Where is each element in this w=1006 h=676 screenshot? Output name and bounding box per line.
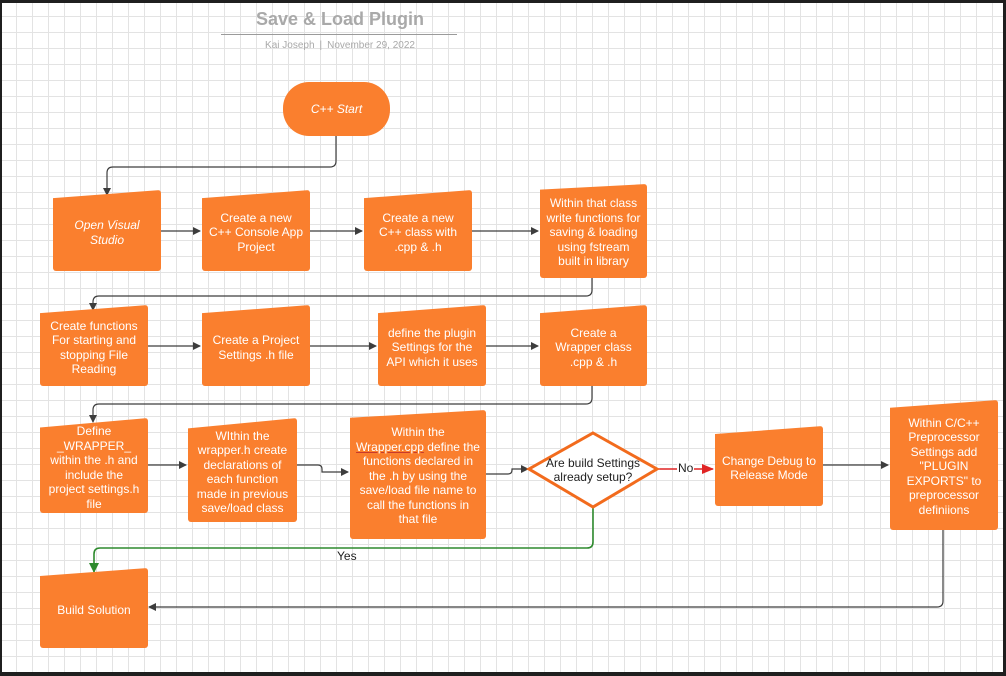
connector-row1-to-row2 [89,278,593,311]
step-wrapper-cpp[interactable]: Within the Wrapper.cpp define the functi… [350,410,486,539]
step-label-prefix: Within the [391,425,445,440]
connector-wrapper-cpp-to-decision [486,465,529,475]
wrapper-cpp-filename: Wrapper.cpp [356,439,424,454]
step-define-wrapper[interactable]: Define _WRAPPER_ within the .h and inclu… [40,418,148,513]
step-release-mode[interactable]: Change Debug to Release Mode [715,426,823,506]
step-label: Create a new C++ class with .cpp & .h [378,210,458,254]
start-terminal[interactable]: C++ Start [283,82,390,136]
diagram-canvas: Save & Load Plugin Kai Joseph | November 2… [0,0,1006,676]
connector-declarations-to-wrapper-cpp [297,464,349,476]
step-label: Create a Project Settings .h file [212,333,300,362]
step-label: Build Solution [57,602,131,617]
step-project-settings[interactable]: Create a Project Settings .h file [202,305,310,386]
step-label: define the plugin Settings for the API w… [386,325,478,369]
step-build-solution[interactable]: Build Solution [40,568,148,648]
step-label: Define _WRAPPER_ within the .h and inclu… [48,424,140,511]
step-fstream-functions[interactable]: Within that class write functions for sa… [540,184,647,278]
step-label: Create functions For starting and stoppi… [50,318,138,377]
start-label: C++ Start [310,101,363,116]
page-title: Save & Load Plugin [255,9,425,29]
step-label: Within the Wrapper.cpp define the functi… [356,425,480,527]
step-label: Within that class write functions for sa… [546,196,641,269]
subtitle-separator: | [319,40,323,51]
step-label: Open Visual Studio [74,218,140,247]
step-label: Change Debug to Release Mode [721,453,817,483]
page-subtitle: Kai Joseph | November 29, 2022 [222,40,458,51]
step-plugin-settings[interactable]: define the plugin Settings for the API w… [378,305,486,386]
document-date: November 29, 2022 [327,40,415,51]
connector-preprocessor-to-build [148,530,944,611]
step-label: Create a new C++ Console App Project [208,210,304,254]
step-wrapper-class[interactable]: Create a Wrapper class .cpp & .h [540,305,647,386]
step-start-stop-functions[interactable]: Create functions For starting and stoppi… [40,305,148,386]
step-preprocessor-settings[interactable]: Within C/C++ Preprocessor Settings add "… [890,400,998,530]
connector-start-to-open-vs [103,136,337,196]
step-open-visual-studio[interactable]: Open Visual Studio [53,190,161,271]
step-class-cpp-h[interactable]: Create a new C++ class with .cpp & .h [364,190,472,271]
step-wrapper-declarations[interactable]: WIthin the wrapper.h create declarations… [188,418,297,522]
connector-row2-to-row3 [89,385,593,423]
author-name: Kai Joseph [265,40,315,51]
step-label: Within C/C++ Preprocessor Settings add "… [906,415,982,517]
edge-label-no: No [677,461,695,475]
step-label: Create a Wrapper class .cpp & .h [555,325,632,369]
decision-label: Are build Settings already setup? [545,455,641,485]
edge-label-yes: Yes [337,549,357,563]
step-label: WIthin the wrapper.h create declarations… [196,428,289,516]
connectors-layer [89,136,944,611]
step-console-app[interactable]: Create a new C++ Console App Project [202,190,310,271]
title-divider [221,34,457,35]
